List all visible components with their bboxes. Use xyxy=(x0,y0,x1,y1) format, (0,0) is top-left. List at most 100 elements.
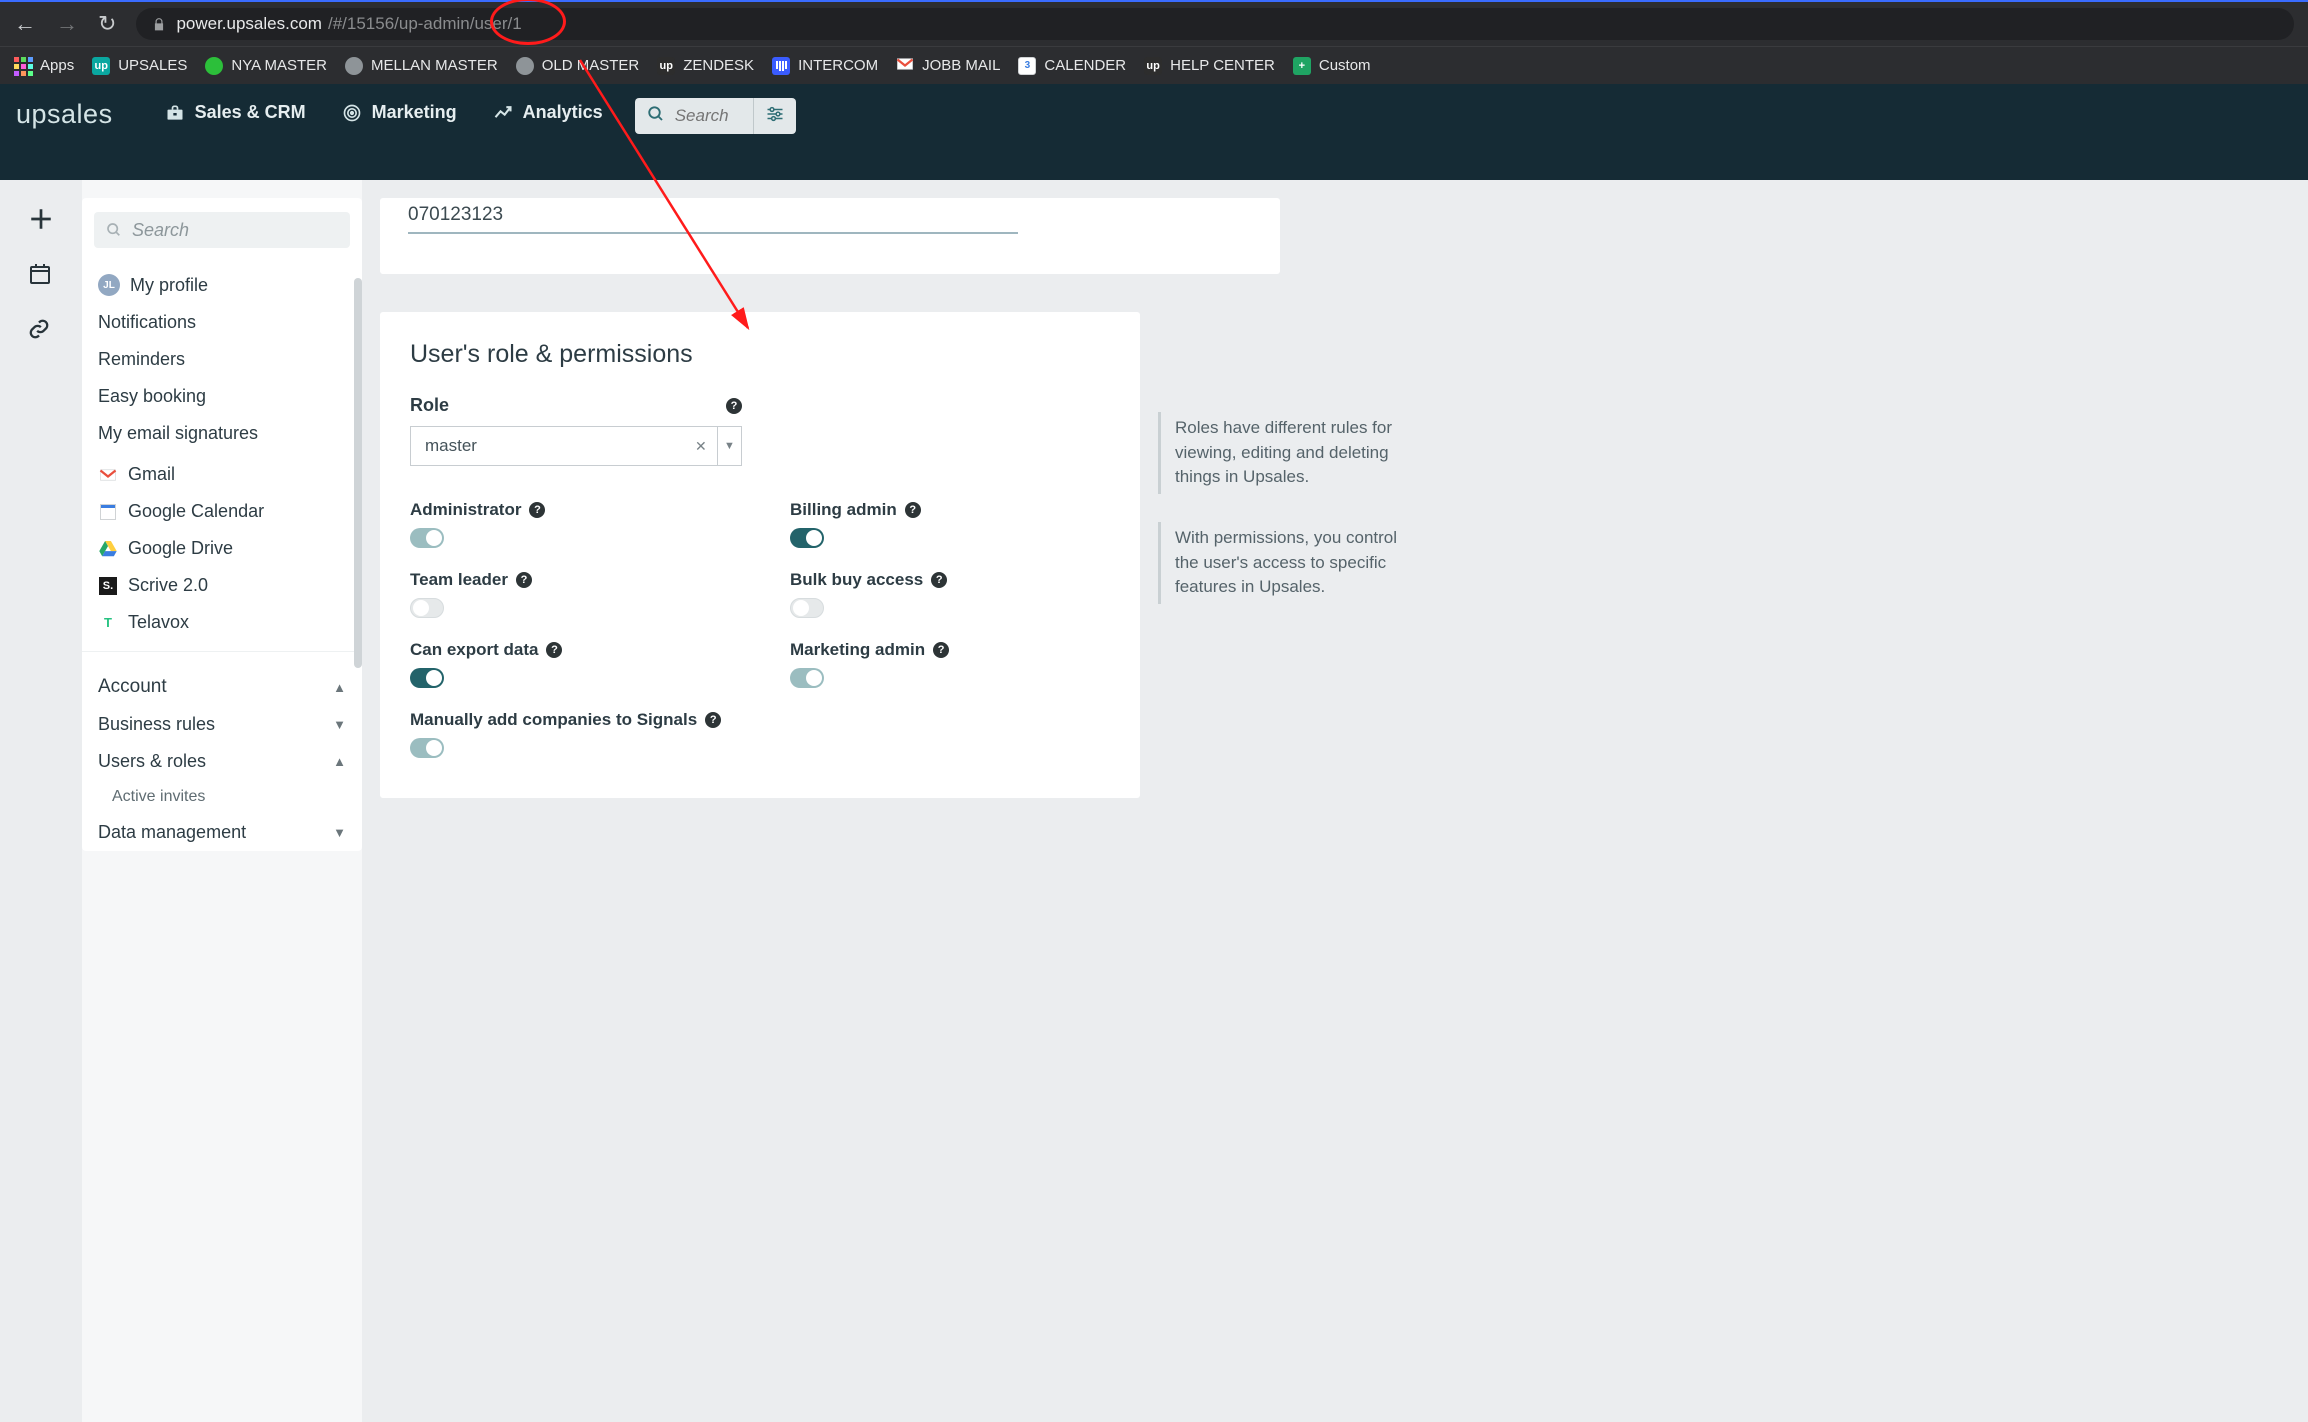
content-area: User's role & permissions Role ? master … xyxy=(362,180,2308,1422)
bookmark-item[interactable]: +Custom xyxy=(1293,57,1371,75)
sidebar-item[interactable]: Users & roles ▲ xyxy=(94,743,350,780)
nav-item-label: Marketing xyxy=(372,102,457,123)
sidebar-search[interactable]: Search xyxy=(94,212,350,248)
sidebar-item[interactable]: My email signatures xyxy=(94,415,350,452)
sidebar-integration-item[interactable]: S.Scrive 2.0 xyxy=(94,567,350,604)
toggle-label: Bulk buy access xyxy=(790,570,923,590)
nav-item[interactable]: Analytics xyxy=(489,96,607,129)
nav-item[interactable]: Marketing xyxy=(338,96,461,129)
add-icon[interactable] xyxy=(28,206,54,232)
help-icon[interactable]: ? xyxy=(705,712,721,728)
sidebar-item[interactable]: Reminders xyxy=(94,341,350,378)
help-icon[interactable]: ? xyxy=(931,572,947,588)
toggle-switch[interactable] xyxy=(410,528,444,548)
chevron-down-icon: ▼ xyxy=(333,717,346,732)
chevron-up-icon: ▲ xyxy=(333,754,346,769)
sidebar-item-label: Users & roles xyxy=(98,751,206,772)
sidebar-item[interactable]: Business rules ▼ xyxy=(94,706,350,743)
app-navbar: upsales Sales & CRM Marketing Analytics xyxy=(0,84,2308,180)
role-value: master xyxy=(411,427,695,465)
sidebar-item-label: My email signatures xyxy=(98,423,258,444)
help-icon[interactable]: ? xyxy=(516,572,532,588)
toggle-billing_admin: Billing admin ? xyxy=(790,500,1110,548)
bookmark-icon: up xyxy=(657,57,675,75)
phone-card xyxy=(380,198,1280,274)
help-icon[interactable]: ? xyxy=(905,502,921,518)
sidebar-item-my-profile[interactable]: JL My profile xyxy=(94,266,350,304)
nav-item[interactable]: Sales & CRM xyxy=(161,96,310,129)
apps-button[interactable]: Apps xyxy=(14,57,74,75)
bookmark-item[interactable]: MELLAN MASTER xyxy=(345,57,498,75)
bookmark-item[interactable]: up HELP CENTER xyxy=(1144,57,1275,75)
sidebar-item[interactable]: Notifications xyxy=(94,304,350,341)
toggle-switch[interactable] xyxy=(410,598,444,618)
briefcase-icon xyxy=(165,103,185,123)
toggle-switch[interactable] xyxy=(790,528,824,548)
clear-icon[interactable]: ✕ xyxy=(695,427,717,465)
toggle-label: Team leader xyxy=(410,570,508,590)
forward-button[interactable]: → xyxy=(56,13,78,35)
sidebar-item-label: Reminders xyxy=(98,349,185,370)
sidebar-section-account[interactable]: Account ▲ xyxy=(94,662,350,706)
help-icon[interactable]: ? xyxy=(546,642,562,658)
bookmark-item[interactable]: OLD MASTER xyxy=(516,57,640,75)
bookmark-label: OLD MASTER xyxy=(542,57,640,74)
target-icon xyxy=(342,103,362,123)
toggle-label: Billing admin xyxy=(790,500,897,520)
sidebar-item[interactable]: Easy booking xyxy=(94,378,350,415)
bookmark-icon xyxy=(896,57,914,75)
sidebar-integration-item[interactable]: Google Calendar xyxy=(94,493,350,530)
role-select[interactable]: master ✕ ▼ xyxy=(410,426,742,466)
bookmark-icon: + xyxy=(1293,57,1311,75)
chart-icon xyxy=(493,103,513,123)
reload-button[interactable]: ↻ xyxy=(98,13,116,35)
url-host: power.upsales.com xyxy=(176,14,322,34)
browser-toolbar: ← → ↻ power.upsales.com/#/15156/up-admin… xyxy=(0,0,2308,46)
sidebar-item[interactable]: Active invites xyxy=(94,780,350,814)
toggle-switch[interactable] xyxy=(410,668,444,688)
search-settings-button[interactable] xyxy=(754,106,796,127)
toggle-label: Manually add companies to Signals xyxy=(410,710,697,730)
telavox-icon: T xyxy=(98,615,118,630)
role-label: Role xyxy=(410,395,449,416)
help-icon[interactable]: ? xyxy=(933,642,949,658)
address-bar[interactable]: power.upsales.com/#/15156/up-admin/user/… xyxy=(136,8,2294,40)
bookmark-item[interactable]: JOBB MAIL xyxy=(896,57,1000,75)
gmail-icon xyxy=(98,468,118,482)
left-rail xyxy=(0,180,82,1422)
global-search[interactable] xyxy=(635,98,796,134)
sidebar-search-placeholder: Search xyxy=(132,220,189,241)
bookmark-item[interactable]: INTERCOM xyxy=(772,57,878,75)
sidebar-integration-item[interactable]: Google Drive xyxy=(94,530,350,567)
bookmark-icon xyxy=(205,57,223,75)
logo[interactable]: upsales xyxy=(16,99,113,130)
sidebar-scrollbar[interactable] xyxy=(354,278,362,668)
bookmark-label: HELP CENTER xyxy=(1170,57,1275,74)
phone-input[interactable] xyxy=(408,198,1018,234)
bookmark-item[interactable]: 3CALENDER xyxy=(1018,57,1126,75)
sidebar-item-label: Business rules xyxy=(98,714,215,735)
bookmark-icon: up xyxy=(1144,57,1162,75)
help-icon[interactable]: ? xyxy=(529,502,545,518)
calendar-icon[interactable] xyxy=(28,262,54,288)
chevron-down-icon[interactable]: ▼ xyxy=(717,427,741,465)
toggle-switch[interactable] xyxy=(790,668,824,688)
lock-icon xyxy=(152,17,166,32)
bookmark-item[interactable]: upUPSALES xyxy=(92,57,187,75)
back-button[interactable]: ← xyxy=(14,13,36,35)
bookmark-icon: 3 xyxy=(1018,57,1036,75)
info-roles: Roles have different rules for viewing, … xyxy=(1158,412,1418,494)
link-icon[interactable] xyxy=(28,318,54,344)
sidebar-integration-item[interactable]: TTelavox xyxy=(94,604,350,641)
sidebar-item-label: Active invites xyxy=(112,788,205,806)
global-search-input[interactable] xyxy=(673,105,741,127)
bookmark-item[interactable]: upZENDESK xyxy=(657,57,754,75)
sidebar-integration-item[interactable]: Gmail xyxy=(94,456,350,493)
help-icon[interactable]: ? xyxy=(726,398,742,414)
sidebar-item[interactable]: Data management▼ xyxy=(94,814,350,851)
bookmark-item[interactable]: NYA MASTER xyxy=(205,57,327,75)
search-icon xyxy=(106,222,122,238)
toggle-switch[interactable] xyxy=(790,598,824,618)
bookmark-icon xyxy=(772,57,790,75)
toggle-switch[interactable] xyxy=(410,738,444,758)
